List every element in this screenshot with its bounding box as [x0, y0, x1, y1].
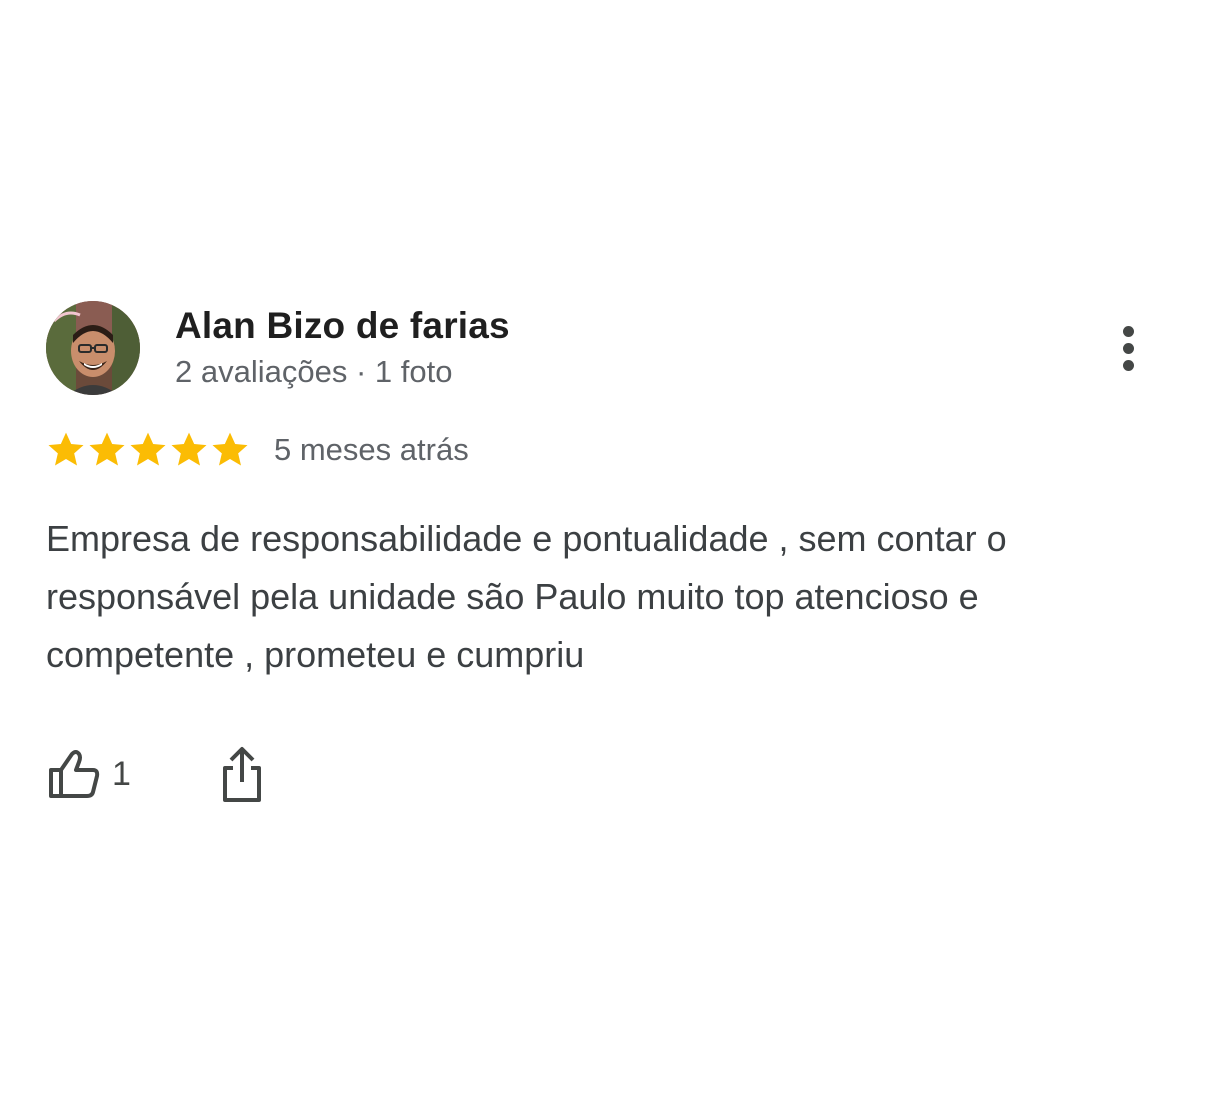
more-vert-icon-dot — [1122, 359, 1134, 371]
like-button[interactable]: 1 — [46, 746, 131, 802]
review-actions: 1 — [46, 742, 265, 806]
star-rating — [46, 430, 250, 470]
star-icon — [89, 432, 125, 466]
avatar[interactable] — [46, 301, 140, 395]
star-icon — [48, 432, 84, 466]
more-options-button[interactable] — [1108, 318, 1148, 378]
like-count: 1 — [112, 754, 131, 793]
star-icon — [171, 432, 207, 466]
more-vert-icon — [1122, 325, 1134, 337]
star-icon — [212, 432, 248, 466]
review-date: 5 meses atrás — [274, 432, 469, 467]
more-vert-icon-dot — [1122, 342, 1134, 354]
reviewer-name[interactable]: Alan Bizo de farias — [175, 305, 510, 347]
share-button[interactable] — [219, 744, 265, 804]
reviewer-review-count: 2 avaliações — [175, 354, 348, 389]
review-card: Alan Bizo de farias 2 avaliações · 1 fot… — [0, 0, 1210, 1100]
star-icon — [130, 432, 166, 466]
review-text: Empresa de responsabilidade e pontualida… — [46, 518, 1007, 675]
rating-row: 5 meses atrás — [46, 428, 469, 472]
reviewer-photo-count: 1 foto — [374, 354, 453, 389]
meta-separator: · — [355, 354, 367, 389]
reviewer-meta: 2 avaliações · 1 foto — [175, 354, 452, 390]
share-icon — [222, 747, 261, 802]
avatar-image — [46, 301, 140, 395]
thumb-up-icon — [49, 750, 100, 798]
